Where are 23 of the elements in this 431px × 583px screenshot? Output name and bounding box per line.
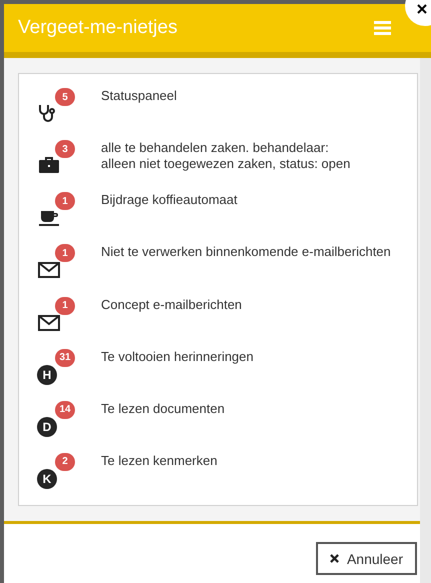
count-badge: 31 [55,348,75,367]
count-badge: 2 [55,452,75,471]
count-badge: 3 [55,140,75,158]
count-badge: 1 [55,192,75,210]
list-item-label[interactable]: Statuspaneel [101,88,177,140]
count-badge: 14 [55,400,75,419]
list-item-label[interactable]: Concept e-mailberichten [101,296,242,349]
list-item-label[interactable]: Bijdrage koffieautomaat [101,192,238,244]
count-badge: 5 [55,88,75,106]
cancel-button[interactable]: Annuleer [316,542,417,575]
close-icon [417,4,427,14]
list-item-label[interactable]: Niet te verwerken binnenkomende e-mailberichten [101,244,391,296]
list-item-label[interactable]: Te lezen documenten [101,400,225,453]
close-icon [330,554,339,563]
list-item-label[interactable]: Te voltooien herinneringen [101,348,254,401]
count-badge: 1 [55,244,75,262]
dialog-title: Vergeet-me-nietjes [18,17,178,39]
letter-icon: H [37,364,57,385]
letter-icon: D [37,416,57,437]
list-item-label[interactable]: Te lezen kenmerken [101,452,218,505]
count-badge: 1 [55,296,75,314]
list-item-label[interactable]: alle te behandelen zaken. behandelaar: alleen niet toegewezen zaken, status: open [101,140,350,192]
letter-icon: K [37,468,57,489]
